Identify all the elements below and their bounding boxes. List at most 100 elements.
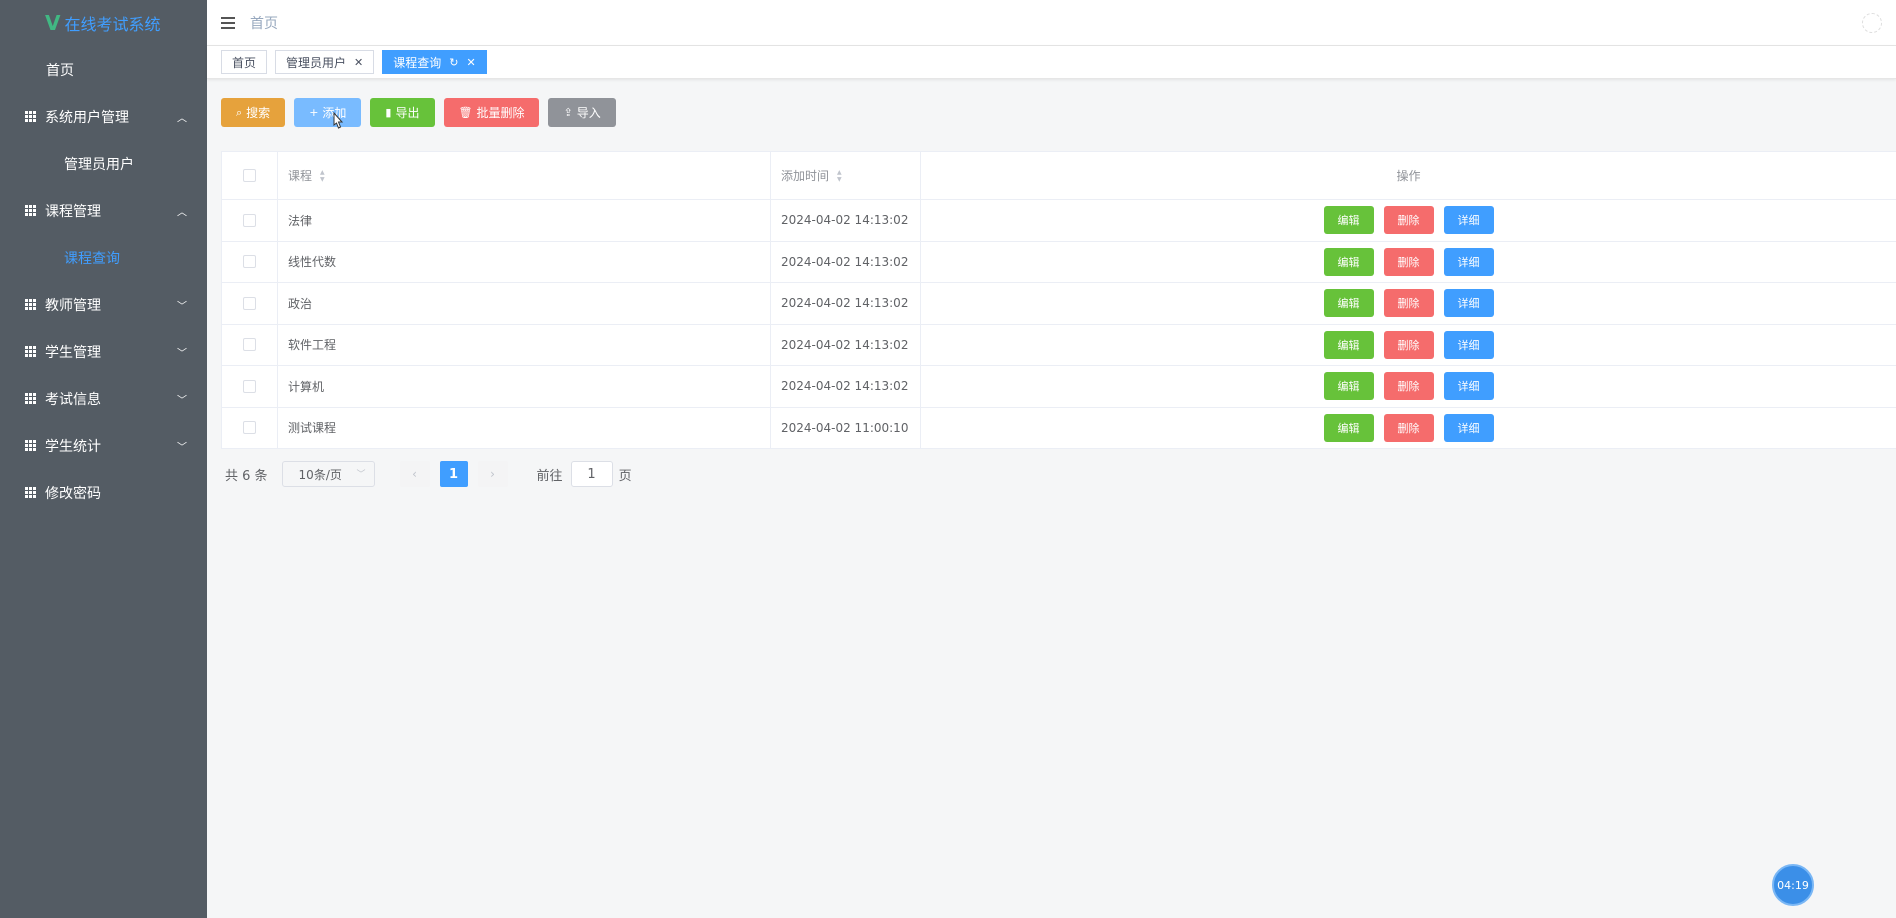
course-cell: 线性代数: [278, 241, 771, 282]
batch-delete-button[interactable]: 🗑 批量删除: [443, 98, 540, 127]
page-size-select[interactable]: 10条/页 ﹀: [281, 461, 375, 487]
sidebar-group-teacher[interactable]: 教师管理 ﹀: [0, 281, 207, 328]
time-cell: 2024-04-02 14:13:02: [771, 324, 921, 365]
row-select-cell: [222, 241, 278, 282]
course-cell: 计算机: [278, 366, 771, 407]
table-row: 政治 2024-04-02 14:13:02 编辑 删除 详细: [222, 283, 1896, 325]
sidebar-item-label: 系统用户管理: [45, 109, 129, 126]
table-row: 计算机 2024-04-02 14:13:02 编辑 删除 详细: [222, 366, 1896, 408]
ops-cell: 编辑 删除 详细: [921, 325, 1896, 366]
goto-page-input[interactable]: [570, 461, 613, 487]
sidebar-item-label: 课程查询: [64, 250, 120, 267]
course-cell: 政治: [278, 283, 771, 324]
close-icon[interactable]: ✕: [466, 56, 475, 69]
edit-button[interactable]: 编辑: [1323, 413, 1374, 442]
sidebar-group-system-users[interactable]: 系统用户管理 ︿: [0, 93, 207, 140]
search-icon: ⌕: [236, 105, 243, 119]
course-table: 课程 ▲ ▼ 添加时间 ▲ ▼ 操作 法律 2024-04-02 14:13:02 …: [221, 151, 1896, 449]
hamburger-icon[interactable]: [221, 16, 235, 29]
next-page-button[interactable]: ›: [477, 461, 508, 487]
delete-button[interactable]: 删除: [1383, 330, 1434, 359]
vue-logo-icon: V: [45, 11, 61, 35]
export-button[interactable]: ▮ 导出: [370, 98, 435, 127]
delete-button[interactable]: 删除: [1383, 206, 1434, 235]
detail-button[interactable]: 详细: [1443, 372, 1494, 401]
sidebar-item-label: 学生管理: [45, 344, 101, 361]
timer-badge[interactable]: 04:19: [1772, 864, 1814, 906]
add-button[interactable]: + 添加: [294, 98, 362, 127]
sidebar-item-label: 教师管理: [45, 297, 101, 314]
row-checkbox[interactable]: [243, 255, 256, 269]
row-checkbox[interactable]: [243, 379, 256, 393]
edit-button[interactable]: 编辑: [1323, 247, 1374, 276]
close-icon[interactable]: ✕: [354, 56, 363, 69]
delete-button[interactable]: 删除: [1383, 413, 1434, 442]
prev-page-button[interactable]: ‹: [399, 461, 430, 487]
chevron-right-icon: ›: [490, 467, 495, 481]
tab-label: 课程查询: [393, 55, 442, 70]
edit-button[interactable]: 编辑: [1323, 206, 1374, 235]
header-cell-course[interactable]: 课程 ▲ ▼: [278, 152, 771, 199]
search-button[interactable]: ⌕ 搜索: [221, 98, 286, 127]
upload-icon: ⇪: [563, 106, 573, 119]
delete-button[interactable]: 删除: [1383, 372, 1434, 401]
page-number-1[interactable]: 1: [439, 461, 468, 487]
tab-home[interactable]: 首页: [221, 50, 268, 74]
trash-icon: 🗑: [458, 106, 473, 119]
sidebar-item-label: 课程管理: [45, 203, 101, 220]
sidebar-group-student[interactable]: 学生管理 ﹀: [0, 328, 207, 375]
sort-icon[interactable]: ▲ ▼: [320, 169, 325, 183]
detail-button[interactable]: 详细: [1443, 330, 1494, 359]
time-cell: 2024-04-02 14:13:02: [771, 283, 921, 324]
import-button[interactable]: ⇪ 导入: [548, 98, 616, 127]
tab-course-query[interactable]: 课程查询 ↻ ✕: [382, 50, 487, 74]
breadcrumb[interactable]: 首页: [250, 13, 278, 33]
detail-button[interactable]: 详细: [1443, 247, 1494, 276]
bar-chart-icon: ▮: [385, 106, 392, 119]
course-cell: 法律: [278, 200, 771, 241]
edit-button[interactable]: 编辑: [1323, 330, 1374, 359]
row-checkbox[interactable]: [243, 296, 256, 310]
app-title: 在线考试系统: [64, 15, 161, 34]
avatar[interactable]: [1862, 13, 1882, 33]
sidebar-group-stats[interactable]: 学生统计 ﹀: [0, 422, 207, 469]
tab-admin-users[interactable]: 管理员用户 ✕: [275, 50, 375, 74]
time-cell: 2024-04-02 14:13:02: [771, 200, 921, 241]
edit-button[interactable]: 编辑: [1323, 289, 1374, 318]
sort-icon[interactable]: ▲ ▼: [837, 169, 842, 183]
grid-icon: [25, 486, 37, 499]
detail-button[interactable]: 详细: [1443, 289, 1494, 318]
app-logo[interactable]: V 在线考试系统: [0, 0, 207, 46]
mouse-cursor-icon: [333, 112, 344, 129]
grid-icon: [25, 298, 37, 311]
table-header-row: 课程 ▲ ▼ 添加时间 ▲ ▼ 操作: [222, 152, 1896, 200]
top-header: 首页: [207, 0, 1896, 46]
header-cell-time[interactable]: 添加时间 ▲ ▼: [771, 152, 921, 199]
row-select-cell: [222, 366, 278, 407]
page-jumper: 前往 页: [537, 461, 632, 487]
pagination-total: 共 6 条: [225, 468, 268, 484]
sidebar-group-course[interactable]: 课程管理 ︿: [0, 187, 207, 234]
sidebar-item-admin-users[interactable]: 管理员用户: [0, 140, 207, 187]
row-checkbox[interactable]: [243, 338, 256, 352]
row-checkbox[interactable]: [243, 213, 256, 227]
tab-label: 首页: [232, 55, 257, 70]
sidebar-group-exam[interactable]: 考试信息 ﹀: [0, 375, 207, 422]
sidebar-item-label: 管理员用户: [64, 156, 134, 173]
sidebar-item-home[interactable]: 首页: [0, 46, 207, 93]
row-checkbox[interactable]: [243, 421, 256, 435]
tab-label: 管理员用户: [286, 55, 347, 70]
delete-button[interactable]: 删除: [1383, 247, 1434, 276]
chevron-up-icon: ︿: [177, 113, 187, 124]
sidebar-item-label: 首页: [46, 62, 74, 79]
delete-button[interactable]: 删除: [1383, 289, 1434, 318]
detail-button[interactable]: 详细: [1443, 413, 1494, 442]
detail-button[interactable]: 详细: [1443, 206, 1494, 235]
sidebar-item-course-query[interactable]: 课程查询: [0, 234, 207, 281]
sidebar-item-change-password[interactable]: 修改密码: [0, 469, 207, 516]
time-cell: 2024-04-02 14:13:02: [771, 366, 921, 407]
select-all-checkbox[interactable]: [243, 169, 256, 182]
chevron-down-icon: ﹀: [177, 395, 187, 406]
edit-button[interactable]: 编辑: [1323, 372, 1374, 401]
refresh-icon[interactable]: ↻: [449, 56, 458, 69]
